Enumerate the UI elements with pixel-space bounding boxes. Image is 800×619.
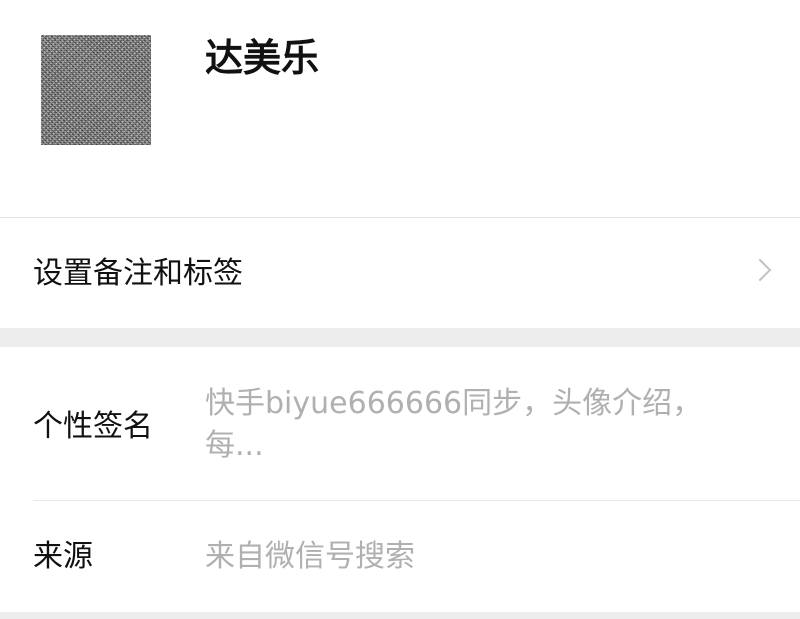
profile-header: 达美乐 bbox=[0, 0, 800, 217]
contact-name: 达美乐 bbox=[205, 36, 320, 80]
divider bbox=[33, 500, 800, 501]
contact-info-card: 个性签名 快手biyue666666同步，头像介绍，每... 来源 来自微信号搜… bbox=[0, 347, 800, 612]
set-remark-and-tags-row[interactable]: 设置备注和标签 bbox=[0, 218, 800, 328]
chevron-right-icon bbox=[748, 258, 772, 282]
contact-profile-page: 达美乐 设置备注和标签 个性签名 快手biyue666666同步，头像介绍，每.… bbox=[0, 0, 800, 619]
avatar[interactable] bbox=[41, 35, 151, 145]
set-remark-and-tags-label: 设置备注和标签 bbox=[33, 256, 243, 291]
source-label: 来源 bbox=[33, 539, 93, 574]
signature-value: 快手biyue666666同步，头像介绍，每... bbox=[205, 386, 703, 463]
source-value: 来自微信号搜索 bbox=[205, 539, 415, 574]
signature-label: 个性签名 bbox=[33, 409, 153, 444]
